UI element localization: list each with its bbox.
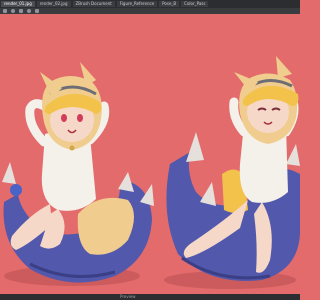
tab-render-01[interactable]: render_01.jpg [1,1,35,7]
app-window: render_01.jpg render_02.jpg ZBrush Docum… [0,0,300,300]
tab-figure-reference[interactable]: Figure_Reference [116,1,158,7]
status-text: Preview [120,294,136,299]
move-tool-icon[interactable] [3,9,7,13]
rotate-tool-icon[interactable] [11,9,15,13]
tab-zbrush-document[interactable]: ZBrush Document [72,1,115,7]
hand-tool-icon[interactable] [35,9,39,13]
render-canvas [0,14,300,294]
scale-tool-icon[interactable] [19,9,23,13]
tab-render-02[interactable]: render_02.jpg [36,1,71,7]
tab-pose-b[interactable]: Pose_B [159,1,180,7]
status-bar: Preview [0,294,300,300]
tab-color-pass[interactable]: Color_Pass [181,1,209,7]
paw-pad-left [10,184,22,196]
tab-bar: render_01.jpg render_02.jpg ZBrush Docum… [0,0,300,8]
zoom-tool-icon[interactable] [27,9,31,13]
collar-bell-left [69,145,75,151]
eye-left-1 [61,114,67,122]
eye-left-2 [77,114,83,122]
render-viewport[interactable] [0,14,300,294]
